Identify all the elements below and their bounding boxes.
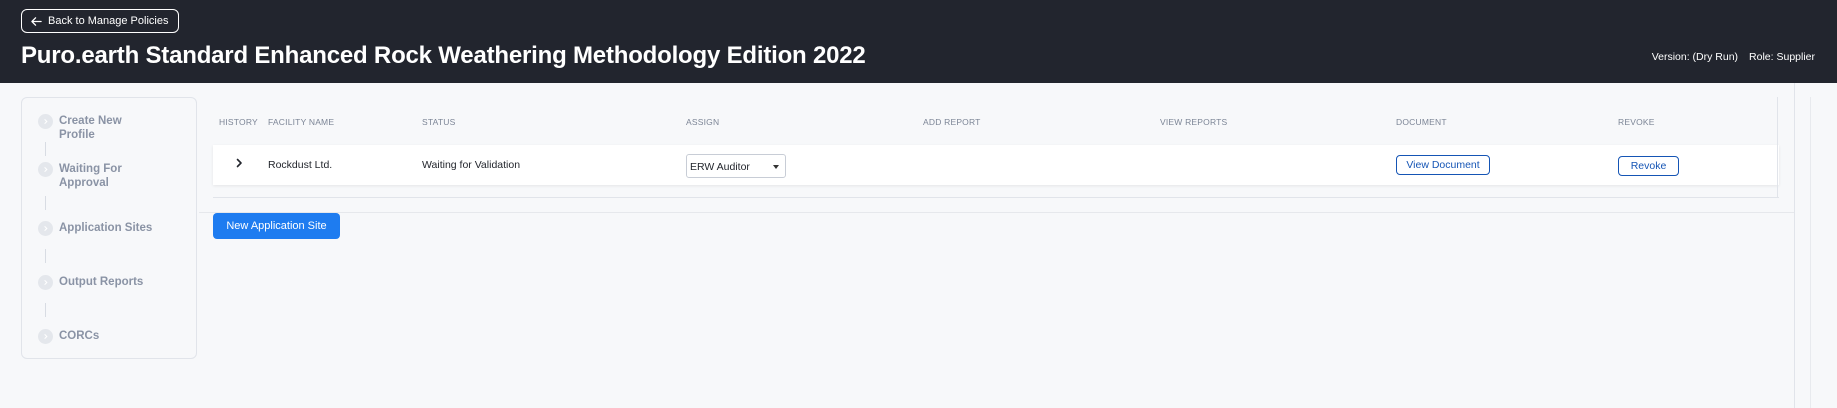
expand-history-chevron-icon[interactable]: [233, 157, 245, 169]
column-header-history: HISTORY: [219, 117, 258, 127]
revoke-label: Revoke: [1630, 160, 1667, 172]
step-waiting-for-approval[interactable]: Waiting For Approval: [38, 162, 159, 190]
column-header-status: STATUS: [422, 117, 456, 127]
step-connector: [45, 303, 46, 317]
column-header-add-report: ADD REPORT: [923, 117, 981, 127]
step-connector: [45, 142, 46, 156]
step-chevron-icon: [38, 329, 53, 344]
column-header-view-reports: VIEW REPORTS: [1160, 117, 1228, 127]
step-output-reports[interactable]: Output Reports: [38, 275, 159, 290]
step-chevron-icon: [38, 114, 53, 129]
assign-dropdown[interactable]: ERW Auditor: [686, 154, 786, 178]
step-connector: [45, 196, 46, 210]
step-label: Output Reports: [59, 276, 144, 288]
column-header-assign: ASSIGN: [686, 117, 720, 127]
view-document-label: View Document: [1406, 159, 1480, 171]
dropdown-caret-icon: [773, 165, 779, 169]
assign-dropdown-value: ERW Auditor: [690, 161, 750, 173]
column-header-document: DOCUMENT: [1396, 117, 1447, 127]
facility-name-cell: Rockdust Ltd.: [268, 159, 333, 171]
version-label: Version: (Dry Run): [1651, 51, 1739, 63]
back-to-manage-policies-button[interactable]: Back to Manage Policies: [21, 9, 180, 33]
new-application-site-label: New Application Site: [226, 220, 327, 232]
role-label: Role: Supplier: [1749, 51, 1815, 63]
step-chevron-icon: [38, 162, 53, 177]
new-application-site-button[interactable]: New Application Site: [213, 213, 340, 239]
step-chevron-icon: [38, 221, 53, 236]
status-cell: Waiting for Validation: [422, 159, 521, 171]
page-header: Back to Manage Policies Puro.earth Stand…: [0, 0, 1837, 83]
application-sites-table: HISTORY FACILITY NAME STATUS ASSIGN ADD …: [213, 97, 1794, 198]
section-divider: [199, 212, 1795, 213]
step-application-sites[interactable]: Application Sites: [38, 221, 159, 236]
header-meta: Version: (Dry Run) Role: Supplier: [1652, 51, 1815, 63]
content-right-border: [1794, 83, 1795, 408]
column-header-revoke: REVOKE: [1618, 117, 1655, 127]
table-bottom-border: [213, 197, 1779, 198]
column-header-facility-name: FACILITY NAME: [268, 117, 335, 127]
step-create-new-profile[interactable]: Create New Profile: [38, 114, 159, 142]
step-connector: [45, 249, 46, 263]
revoke-button[interactable]: Revoke: [1618, 156, 1679, 176]
step-corcs[interactable]: CORCs: [38, 329, 159, 344]
step-label: CORCs: [59, 330, 100, 342]
scroll-track-border: [1810, 97, 1811, 408]
table-row: Rockdust Ltd. Waiting for Validation ERW…: [213, 145, 1779, 185]
workflow-stepper: Create New Profile Waiting For Approval …: [21, 97, 197, 359]
step-chevron-icon: [38, 275, 53, 290]
arrow-left-icon: [31, 16, 42, 26]
back-button-label: Back to Manage Policies: [48, 15, 169, 27]
view-document-button[interactable]: View Document: [1396, 155, 1490, 175]
step-label: Waiting For Approval: [59, 163, 122, 189]
step-label: Create New Profile: [59, 115, 122, 141]
page-title: Puro.earth Standard Enhanced Rock Weathe…: [21, 42, 866, 69]
table-right-border: [1777, 97, 1778, 198]
step-label: Application Sites: [59, 222, 153, 234]
